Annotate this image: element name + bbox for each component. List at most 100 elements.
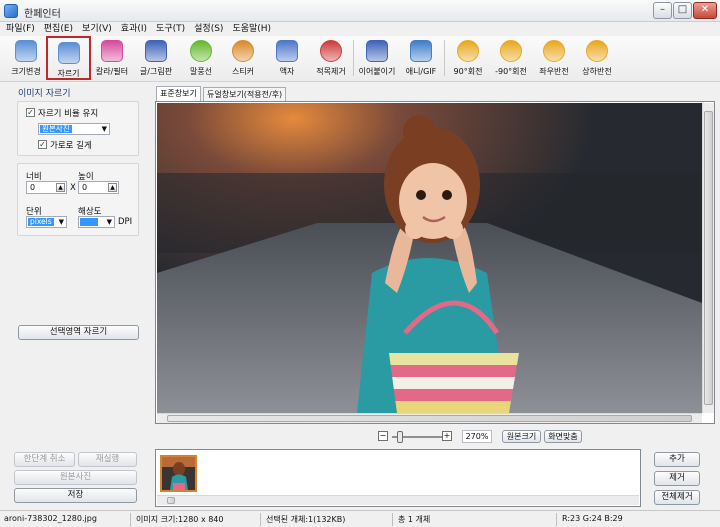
sticker-icon: [232, 40, 254, 62]
menu-settings[interactable]: 설정(S): [194, 22, 223, 36]
keep-ratio-label: 자르기 비율 유지: [38, 109, 99, 119]
original-photo-button[interactable]: 원본사진: [14, 470, 137, 485]
vertical-scrollbar[interactable]: [702, 103, 714, 413]
original-size-button[interactable]: 원본크기: [502, 430, 541, 443]
chevron-down-icon: ▼: [101, 125, 107, 133]
tool-speech-bubble[interactable]: 말풍선: [181, 36, 221, 80]
fit-screen-button[interactable]: 화면맞춤: [544, 430, 582, 443]
tool-gif[interactable]: 애니/GIF: [400, 36, 442, 80]
toolbar-separator: [444, 40, 445, 76]
x-label: X: [70, 183, 76, 193]
tool-merge[interactable]: 이어붙이기: [356, 36, 398, 80]
status-total: 총 1 개체: [398, 515, 431, 524]
resize-icon: [15, 40, 37, 62]
file-thumbnail[interactable]: [160, 455, 197, 492]
height-input[interactable]: 0 ▲: [78, 181, 119, 194]
horizontal-scrollbar[interactable]: [157, 413, 702, 423]
status-separator: [130, 513, 131, 526]
menu-tools[interactable]: 도구(T): [156, 22, 185, 36]
toolbar: 크기변경 자르기 칼라/필터 글/그림판 말풍선 스티커 액자 적목제거 이어붙…: [0, 36, 720, 82]
tool-color-filter[interactable]: 칼라/필터: [92, 36, 132, 80]
ratio-select[interactable]: 원본사진 ▼: [38, 123, 110, 135]
spin-icon[interactable]: ▲: [56, 183, 65, 192]
tool-label: -90°회전: [495, 67, 527, 76]
crop-selection-button[interactable]: 선택영역 자르기: [18, 325, 139, 340]
scroll-thumb[interactable]: [167, 497, 175, 504]
flip-horizontal-icon: [543, 40, 565, 62]
tool-flip-vertical[interactable]: 상하반전: [577, 36, 617, 80]
scroll-thumb[interactable]: [167, 415, 692, 422]
minimize-button[interactable]: –: [653, 2, 672, 19]
status-separator: [392, 513, 393, 526]
dpi-label: DPI: [118, 217, 133, 227]
unit-select[interactable]: pixels ▼: [26, 216, 67, 228]
maximize-button[interactable]: □: [673, 2, 692, 19]
tool-label: 크기변경: [11, 67, 41, 76]
long-side-label: 가로로 길게: [50, 141, 92, 151]
remove-file-button[interactable]: 제거: [654, 471, 700, 486]
menu-effects[interactable]: 효과(I): [121, 22, 147, 36]
status-selected: 선택된 개체:1(132KB): [266, 515, 346, 524]
photo-canvas[interactable]: [157, 103, 702, 413]
tool-text-paint[interactable]: 글/그림판: [136, 36, 176, 80]
thumbnail-image: [162, 457, 195, 490]
status-image-size: 이미지 크기:1280 x 840: [136, 515, 224, 524]
tool-label: 90°회전: [453, 67, 483, 76]
remove-all-button[interactable]: 전체제거: [654, 490, 700, 505]
scroll-thumb[interactable]: [704, 111, 713, 405]
tool-flip-horizontal[interactable]: 좌우반전: [534, 36, 574, 80]
status-separator: [260, 513, 261, 526]
status-filename: aroni-738302_1280.jpg: [4, 514, 97, 523]
rotate-ccw-icon: [500, 40, 522, 62]
file-list[interactable]: [155, 449, 641, 507]
tool-label: 이어붙이기: [358, 67, 396, 76]
menu-bar: 파일(F) 편집(E) 보기(V) 효과(I) 도구(T) 설정(S) 도움말(…: [0, 22, 720, 36]
redo-button[interactable]: 재실행: [78, 452, 137, 467]
tool-frame[interactable]: 액자: [267, 36, 307, 80]
rotate-cw-icon: [457, 40, 479, 62]
unit-select-value: pixels: [28, 217, 54, 226]
merge-icon: [366, 40, 388, 62]
image-viewer[interactable]: [155, 101, 715, 424]
crop-icon: [57, 42, 80, 64]
tool-label: 액자: [279, 67, 295, 76]
tool-rotate-ccw[interactable]: -90°회전: [491, 36, 531, 80]
tool-red-eye[interactable]: 적목제거: [311, 36, 351, 80]
gif-icon: [410, 40, 432, 62]
speech-bubble-icon: [190, 40, 212, 62]
long-side-checkbox[interactable]: ✓: [38, 140, 47, 149]
flip-vertical-icon: [586, 40, 608, 62]
close-button[interactable]: ✕: [693, 2, 717, 19]
file-list-scrollbar[interactable]: [157, 495, 639, 505]
width-input[interactable]: 0 ▲: [26, 181, 67, 194]
spin-icon[interactable]: ▲: [108, 183, 117, 192]
tab-standard-view[interactable]: 표준창보기: [156, 86, 201, 102]
resolution-select[interactable]: ▼: [78, 216, 115, 228]
menu-file[interactable]: 파일(F): [6, 22, 35, 36]
tool-label: 적목제거: [316, 67, 346, 76]
undo-button[interactable]: 한단계 취소: [14, 452, 75, 467]
frame-icon: [276, 40, 298, 62]
zoom-in-button[interactable]: +: [442, 431, 452, 441]
zoom-out-button[interactable]: −: [378, 431, 388, 441]
height-value: 0: [82, 183, 88, 192]
tool-sticker[interactable]: 스티커: [223, 36, 263, 80]
add-file-button[interactable]: 추가: [654, 452, 700, 467]
tool-resize[interactable]: 크기변경: [6, 36, 46, 80]
save-button[interactable]: 저장: [14, 488, 137, 503]
zoom-percent: 270%: [462, 430, 492, 443]
tool-rotate-cw[interactable]: 90°회전: [448, 36, 488, 80]
chevron-down-icon: ▼: [58, 218, 64, 226]
toolbar-separator: [353, 40, 354, 76]
zoom-slider-handle[interactable]: [397, 431, 404, 443]
text-paint-icon: [145, 40, 167, 62]
menu-edit[interactable]: 편집(E): [44, 22, 73, 36]
tool-label: 애니/GIF: [405, 67, 437, 76]
tab-dual-view[interactable]: 듀얼창보기(적용전/후): [203, 87, 287, 101]
title-bar: 한페인터 – □ ✕: [0, 0, 720, 22]
menu-view[interactable]: 보기(V): [82, 22, 112, 36]
menu-help[interactable]: 도움말(H): [232, 22, 271, 36]
keep-ratio-checkbox[interactable]: ✓: [26, 108, 35, 117]
tool-crop[interactable]: 자르기: [46, 36, 91, 80]
status-separator: [556, 513, 557, 526]
